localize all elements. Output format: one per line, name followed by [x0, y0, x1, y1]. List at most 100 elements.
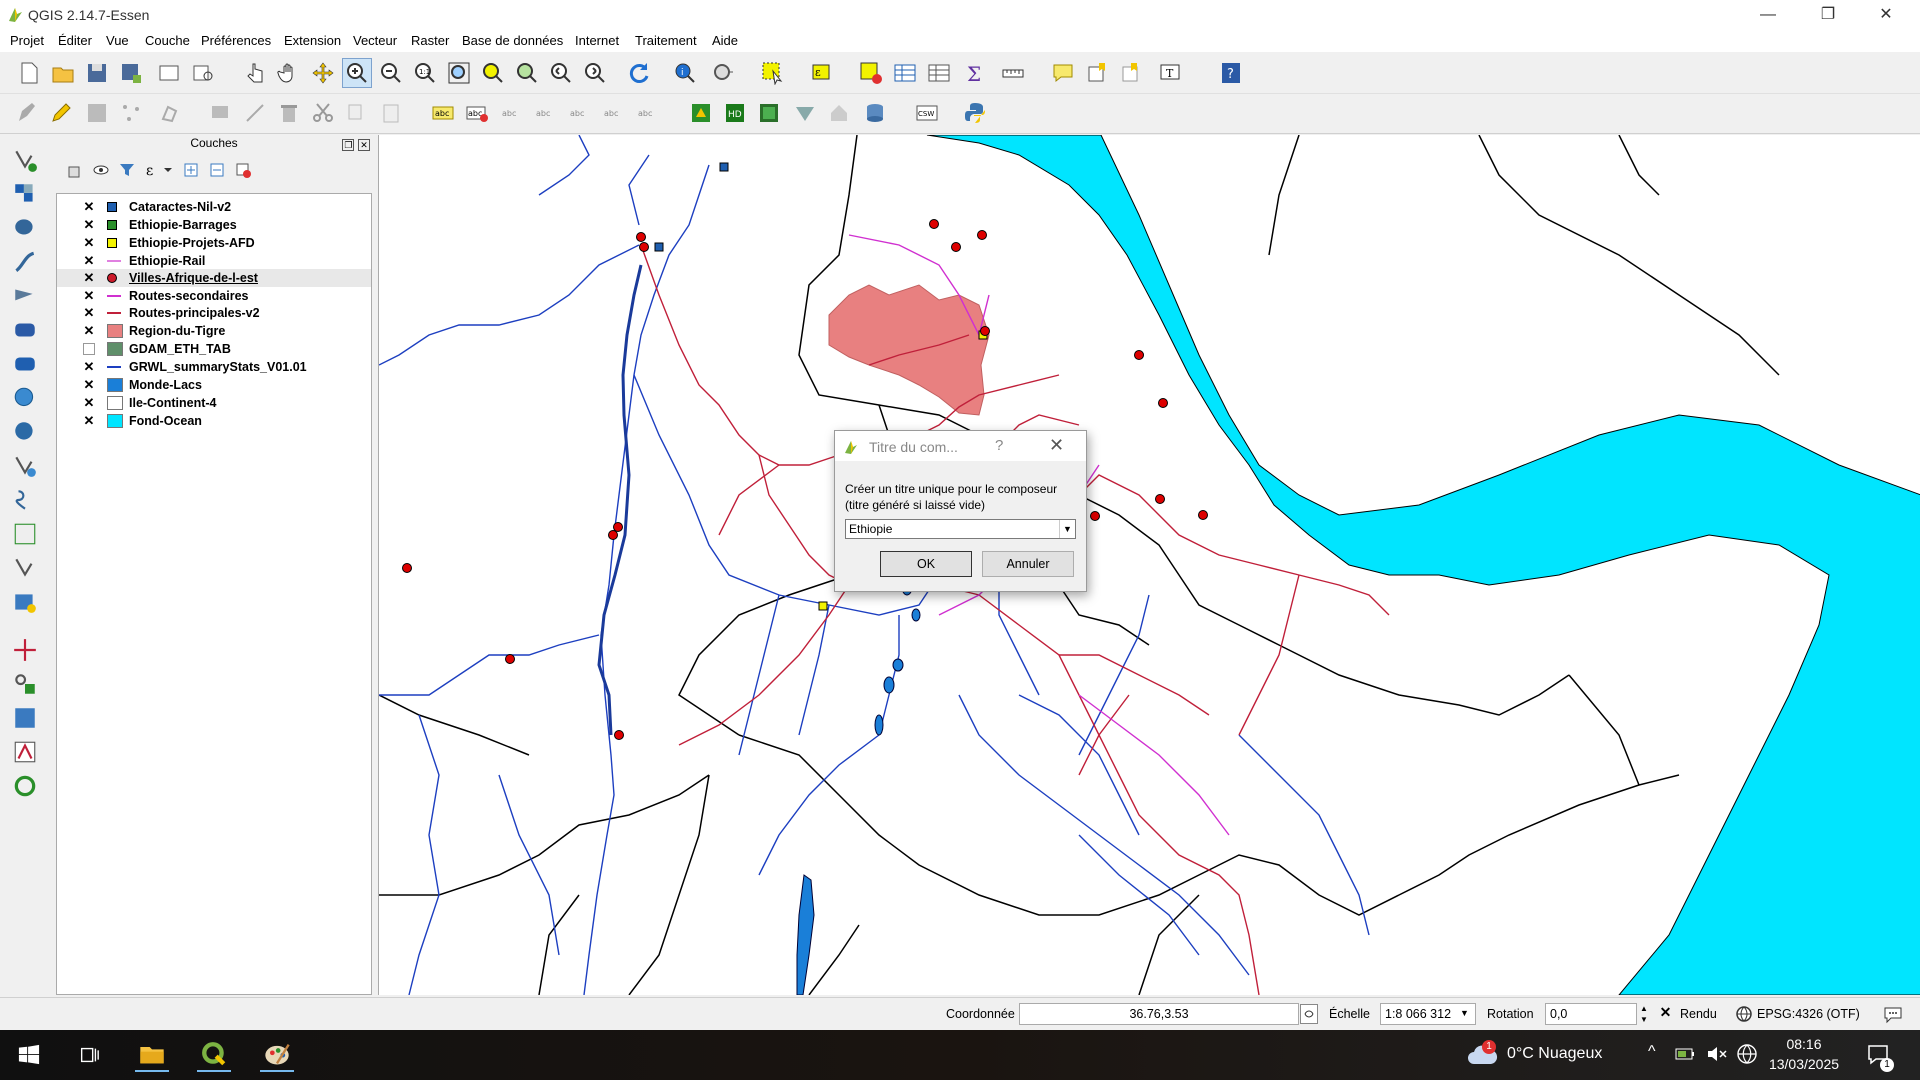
- georeferencer-icon[interactable]: [10, 703, 40, 733]
- add-raster-layer-icon[interactable]: [10, 179, 40, 209]
- layer-row[interactable]: ✕ Region-du-Tigre: [57, 322, 371, 340]
- layer-name[interactable]: Routes-principales-v2: [129, 304, 260, 322]
- battery-icon[interactable]: [1675, 1044, 1697, 1064]
- menu-projet[interactable]: Projet: [10, 33, 44, 48]
- save-as-icon[interactable]: [116, 58, 146, 88]
- cut-features-icon[interactable]: [308, 98, 338, 128]
- menu-extension[interactable]: Extension: [284, 33, 341, 48]
- add-db2-layer-icon[interactable]: [10, 315, 40, 345]
- weather-text[interactable]: 0°C Nuageux: [1507, 1045, 1602, 1063]
- geoprocessing-icon[interactable]: [686, 98, 716, 128]
- add-wms-layer-icon[interactable]: [10, 383, 40, 413]
- python-console-icon[interactable]: [960, 98, 990, 128]
- dialog-help-button[interactable]: ?: [995, 437, 1003, 454]
- menu-aide[interactable]: Aide: [712, 33, 738, 48]
- crs-globe-icon[interactable]: [1735, 1005, 1753, 1023]
- add-feature-icon[interactable]: [116, 98, 146, 128]
- zoom-full-icon[interactable]: [444, 58, 474, 88]
- qgis-taskbar-icon[interactable]: [197, 1038, 231, 1072]
- layer-row[interactable]: ✕ Fond-Ocean: [57, 412, 371, 430]
- layer-name[interactable]: Villes-Afrique-de-l-est: [129, 269, 258, 287]
- layer-visibility-checkbox[interactable]: ✕: [83, 378, 95, 391]
- copy-features-icon[interactable]: [342, 98, 372, 128]
- add-wfs-layer-icon[interactable]: [10, 451, 40, 481]
- coordinate-capture-icon[interactable]: [10, 669, 40, 699]
- layer-visibility-checkbox[interactable]: ✕: [83, 271, 95, 284]
- rotate-label-icon[interactable]: abc: [598, 98, 628, 128]
- select-by-expression-icon[interactable]: ε: [808, 58, 838, 88]
- chevron-down-icon[interactable]: ▼: [1059, 520, 1075, 538]
- refresh-icon[interactable]: [624, 58, 654, 88]
- attribute-table-icon[interactable]: [890, 58, 920, 88]
- new-shapefile-icon[interactable]: [10, 553, 40, 583]
- close-window-button[interactable]: ✕: [1858, 0, 1914, 30]
- menu-vecteur[interactable]: Vecteur: [353, 33, 397, 48]
- remove-layer-icon[interactable]: [234, 161, 252, 179]
- pan-icon[interactable]: [274, 58, 304, 88]
- layer-name[interactable]: Region-du-Tigre: [129, 322, 225, 340]
- add-virtual-layer-icon[interactable]: [10, 519, 40, 549]
- pin-labels-icon[interactable]: abc: [496, 98, 526, 128]
- current-edits-icon[interactable]: [12, 98, 42, 128]
- clock-date[interactable]: 13/03/2025: [1765, 1056, 1843, 1072]
- layer-name[interactable]: Ile-Continent-4: [129, 394, 217, 412]
- ok-button[interactable]: OK: [880, 551, 972, 577]
- hd-plugin-icon[interactable]: HD: [720, 98, 750, 128]
- shield-plugin-icon[interactable]: [790, 98, 820, 128]
- layer-name[interactable]: Cataractes-Nil-v2: [129, 198, 231, 216]
- menu-traitement[interactable]: Traitement: [635, 33, 697, 48]
- statistics-icon[interactable]: Σ: [960, 58, 990, 88]
- close-panel-icon[interactable]: ✕: [358, 139, 370, 151]
- zoom-last-icon[interactable]: [546, 58, 576, 88]
- show-bookmarks-icon[interactable]: [1116, 58, 1146, 88]
- filter-legend-icon[interactable]: [118, 161, 136, 179]
- node-edit-icon[interactable]: [240, 98, 270, 128]
- manage-map-themes-icon[interactable]: [92, 161, 110, 179]
- layer-visibility-checkbox[interactable]: ✕: [83, 218, 95, 231]
- toggle-editing-icon[interactable]: [46, 98, 76, 128]
- map-canvas[interactable]: [378, 135, 1920, 995]
- layer-row[interactable]: ✕ Routes-principales-v2: [57, 304, 371, 322]
- layer-name[interactable]: GDAM_ETH_TAB: [129, 340, 231, 358]
- highlight-pinned-labels-icon[interactable]: abc: [462, 98, 492, 128]
- menu-internet[interactable]: Internet: [575, 33, 619, 48]
- float-panel-icon[interactable]: ❐: [342, 139, 355, 151]
- composer-title-combobox[interactable]: Ethiopie ▼: [845, 519, 1076, 539]
- menu-couche[interactable]: Couche: [145, 33, 190, 48]
- scale-chevron-down-icon[interactable]: ▼: [1460, 1008, 1469, 1018]
- network-globe-icon[interactable]: [1736, 1043, 1758, 1065]
- menu-editer[interactable]: Éditer: [58, 33, 92, 48]
- touch-zoom-icon[interactable]: [240, 58, 270, 88]
- new-spatialite-icon[interactable]: [10, 587, 40, 617]
- menu-base-de-donnees[interactable]: Base de données: [462, 33, 563, 48]
- file-explorer-icon[interactable]: [135, 1038, 169, 1072]
- layer-row[interactable]: ✕ Ethiopie-Barrages: [57, 216, 371, 234]
- layer-name[interactable]: Fond-Ocean: [129, 412, 202, 430]
- add-postgis-layer-icon[interactable]: [10, 213, 40, 243]
- field-calc-vector-icon[interactable]: [10, 737, 40, 767]
- measure-icon[interactable]: [998, 58, 1028, 88]
- layer-row[interactable]: ✕ Ethiopie-Projets-AFD: [57, 234, 371, 252]
- layer-name[interactable]: Routes-secondaires: [129, 287, 248, 305]
- layer-name[interactable]: Ethiopie-Projets-AFD: [129, 234, 255, 252]
- layer-visibility-checkbox[interactable]: ✕: [83, 200, 95, 213]
- layer-name[interactable]: Monde-Lacs: [129, 376, 202, 394]
- csw-icon[interactable]: CSW: [912, 98, 942, 128]
- upload-plugin-icon[interactable]: [824, 98, 854, 128]
- composer-title-value[interactable]: Ethiopie: [849, 522, 892, 536]
- new-bookmark-icon[interactable]: [1082, 58, 1112, 88]
- rotation-stepper-icon[interactable]: ▲ ▼: [1640, 1003, 1648, 1025]
- field-calculator-icon[interactable]: [924, 58, 954, 88]
- show-hidden-icons-icon[interactable]: ^: [1648, 1043, 1656, 1061]
- add-wcs-layer-icon[interactable]: [10, 417, 40, 447]
- layer-visibility-checkbox[interactable]: ✕: [83, 324, 95, 337]
- layer-row[interactable]: ✕ Ethiopie-Rail: [57, 252, 371, 270]
- topology-checker-icon[interactable]: [10, 771, 40, 801]
- action-icon[interactable]: [708, 58, 738, 88]
- zoom-in-icon[interactable]: [342, 58, 372, 88]
- layer-visibility-checkbox[interactable]: ✕: [83, 254, 95, 267]
- render-checkbox[interactable]: ✕: [1658, 1005, 1673, 1020]
- add-delimited-text-icon[interactable]: [10, 485, 40, 515]
- layer-row[interactable]: ✕ Monde-Lacs: [57, 376, 371, 394]
- gps-tools-icon[interactable]: [10, 635, 40, 665]
